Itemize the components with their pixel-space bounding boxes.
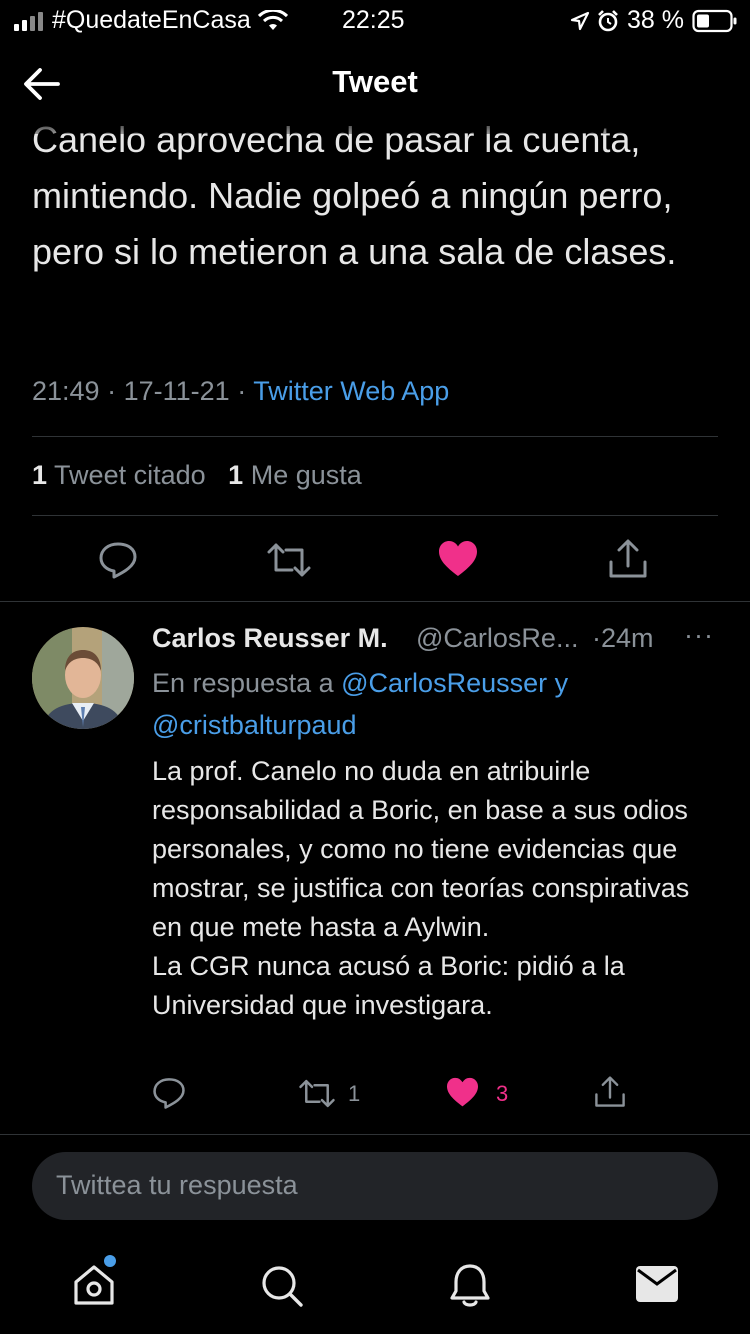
signal-icon — [14, 12, 43, 31]
tweet-text: Canelo aprovecha de pasar la cuenta, min… — [32, 119, 677, 272]
likes-count: 1 — [228, 460, 244, 490]
notification-dot — [104, 1255, 116, 1267]
mention-link[interactable]: @CarlosReusser — [341, 668, 547, 698]
retweet-count: 1 — [348, 1081, 361, 1106]
home-icon[interactable] — [72, 1262, 116, 1306]
reply-author-name[interactable]: Carlos Reusser M. — [152, 623, 388, 654]
likes-label: Me gusta — [250, 460, 362, 490]
share-icon[interactable] — [608, 538, 648, 580]
quote-count: 1 — [32, 460, 48, 490]
search-icon[interactable] — [260, 1264, 304, 1308]
mention-link[interactable]: @cristbalturpaud — [152, 710, 357, 740]
alarm-icon — [598, 10, 618, 32]
battery-percent: 38 % — [627, 6, 684, 34]
reply-text: La prof. Canelo no duda en atribuirle re… — [152, 756, 690, 1020]
back-button[interactable] — [22, 66, 62, 102]
mail-icon[interactable] — [636, 1266, 678, 1302]
battery-icon — [692, 9, 737, 33]
more-icon[interactable]: ··· — [684, 620, 714, 651]
share-icon[interactable] — [594, 1075, 626, 1109]
divider — [32, 515, 718, 516]
like-count: 3 — [496, 1081, 509, 1106]
tweet-source-link[interactable]: Twitter Web App — [253, 376, 449, 406]
divider — [32, 436, 718, 437]
reply-icon[interactable] — [152, 1076, 186, 1110]
wifi-icon — [258, 10, 288, 30]
retweet-icon[interactable] — [266, 540, 312, 580]
status-bar: #QuedateEnCasa 22:25 38 % — [0, 0, 750, 44]
heart-icon[interactable] — [446, 1077, 479, 1108]
tweet-meta: 21:49 · 17-11-21 · Twitter Web App — [32, 376, 450, 406]
clock: 22:25 — [342, 6, 405, 34]
replying-to: En respuesta a @CarlosReusser y @cristba… — [152, 662, 712, 746]
carrier-label: #QuedateEnCasa — [52, 6, 251, 34]
location-icon — [570, 11, 590, 31]
reply-compose-input[interactable]: Twittea tu respuesta — [32, 1152, 718, 1220]
likes-link[interactable]: 1 Me gusta — [228, 460, 362, 490]
reply-timestamp: ·24m — [592, 623, 654, 653]
quote-label: Tweet citado — [54, 460, 206, 490]
avatar[interactable] — [32, 627, 134, 729]
avatar-image — [32, 627, 134, 729]
replying-to-prefix: En respuesta a — [152, 668, 334, 698]
mention-conjunction[interactable]: y — [555, 668, 569, 698]
reply-author-handle[interactable]: @CarlosRe... — [416, 623, 578, 654]
tweet-time: 21:49 — [32, 376, 100, 406]
divider — [0, 1134, 750, 1135]
heart-icon[interactable] — [438, 540, 478, 578]
quote-tweets-link[interactable]: 1 Tweet citado — [32, 460, 206, 490]
bell-icon[interactable] — [448, 1262, 492, 1308]
retweet-icon[interactable] — [298, 1077, 336, 1110]
tweet-stats: 1 Tweet citado 1 Me gusta — [32, 460, 362, 491]
tweet-date: 17-11-21 — [123, 376, 230, 406]
compose-placeholder: Twittea tu respuesta — [56, 1170, 298, 1200]
reply-icon[interactable] — [98, 540, 138, 580]
header-title: Tweet — [332, 64, 418, 99]
divider — [0, 601, 750, 602]
